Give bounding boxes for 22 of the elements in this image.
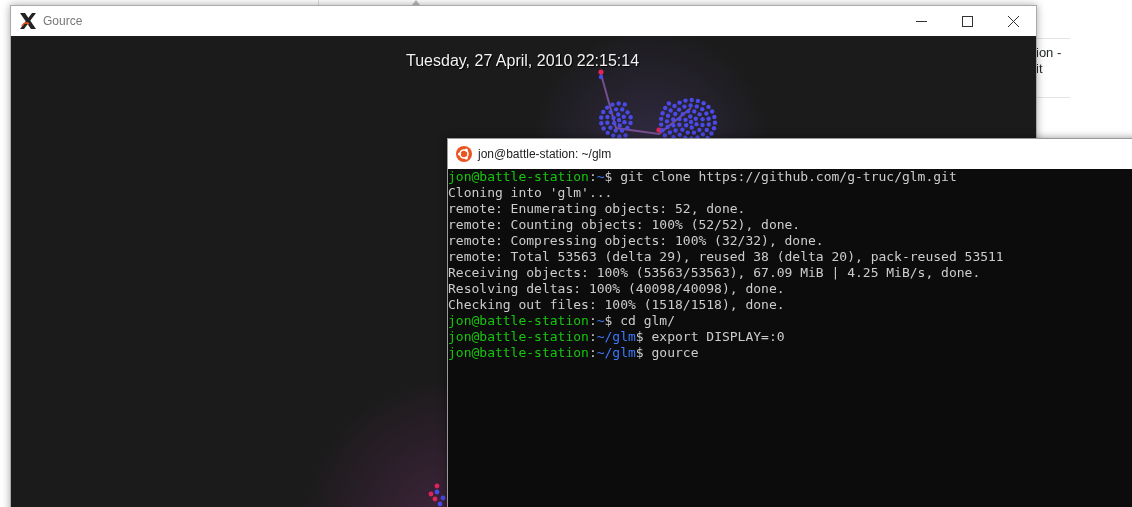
- terminal-output-line: remote: Counting objects: 100% (52/52), done.: [448, 217, 802, 233]
- window-title: Gource: [43, 14, 83, 28]
- file-node-cluster-drawing: [426, 482, 448, 507]
- date-time-label: Tuesday, 27 April, 2010 22:15:14: [406, 52, 640, 70]
- window-title: jon@battle-station: ~/glm: [478, 147, 612, 161]
- terminal-output-line: remote: Enumerating objects: 52, done.: [448, 201, 747, 217]
- terminal-output-line: Cloning into 'glm'...: [448, 185, 614, 201]
- terminal-output-line: Resolving deltas: 100% (40098/40098), done.: [448, 281, 786, 297]
- terminal-output-line: remote: Total 53563 (delta 29), reused 38 (delta 20), pack-reused 53511: [448, 249, 1005, 265]
- terminal-command-line: jon@battle-station:~/glm$ gource: [448, 345, 700, 361]
- question-title-fragment[interactable]: ion -: [1036, 45, 1070, 61]
- terminal-command-line: jon@battle-station:~/glm$ export DISPLAY=:0: [448, 329, 786, 345]
- terminal-output-line: remote: Compressing objects: 100% (32/32), done.: [448, 233, 825, 249]
- terminal-command-line: jon@battle-station:~$ git clone https://github.com/g-truc/glm.git: [448, 169, 958, 185]
- close-icon: [1007, 15, 1019, 27]
- x-logo-icon: [19, 12, 37, 30]
- terminal-command-line: jon@battle-station:~$ cd glm/: [448, 313, 676, 329]
- maximize-icon: [961, 15, 973, 27]
- terminal-output-line: Receiving objects: 100% (53563/53563), 67.09 MiB | 4.25 MiB/s, done.: [448, 265, 982, 281]
- terminal-output-line: Checking out files: 100% (1518/1518), done.: [448, 297, 786, 313]
- ubuntu-logo-icon: [456, 146, 472, 162]
- question-title-fragment[interactable]: it: [1036, 61, 1070, 77]
